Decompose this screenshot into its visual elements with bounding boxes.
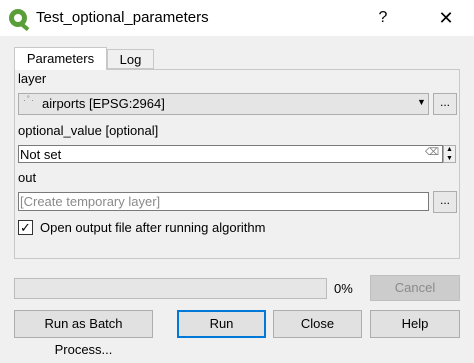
layer-selected-value: airports [EPSG:2964] bbox=[42, 96, 165, 111]
help-icon[interactable]: ? bbox=[372, 7, 394, 29]
spin-up-icon[interactable]: ▲ bbox=[443, 145, 456, 154]
progress-percent: 0% bbox=[334, 281, 353, 296]
tab-log[interactable]: Log bbox=[107, 49, 154, 69]
window-title: Test_optional_parameters bbox=[36, 9, 209, 26]
layer-browse-button[interactable]: ... bbox=[433, 93, 457, 115]
optional-value-label: optional_value [optional] bbox=[18, 123, 159, 138]
cancel-button[interactable]: Cancel bbox=[370, 275, 460, 301]
close-button[interactable]: Close bbox=[273, 310, 362, 338]
run-batch-button[interactable]: Run as Batch Process... bbox=[14, 310, 153, 357]
out-browse-button[interactable]: ... bbox=[433, 191, 457, 213]
spin-down-icon[interactable]: ▼ bbox=[443, 154, 456, 163]
open-output-checkbox[interactable]: ✓ bbox=[18, 220, 33, 235]
out-placeholder: [Create temporary layer] bbox=[20, 194, 161, 209]
help-button[interactable]: Help bbox=[370, 310, 460, 338]
run-button[interactable]: Run bbox=[177, 310, 266, 338]
layer-label: layer bbox=[18, 71, 47, 86]
close-icon[interactable]: ✕ bbox=[434, 6, 458, 30]
out-label: out bbox=[18, 170, 37, 185]
tab-parameters[interactable]: Parameters bbox=[14, 47, 107, 70]
point-layer-icon: ·˚· bbox=[23, 95, 35, 105]
clear-icon[interactable]: ⌫ bbox=[425, 148, 439, 158]
optional-value-input[interactable] bbox=[18, 145, 443, 163]
optional-value-text: Not set bbox=[20, 147, 62, 162]
qgis-logo-icon bbox=[9, 9, 27, 27]
progress-bar bbox=[14, 278, 327, 299]
chevron-down-icon[interactable]: ▼ bbox=[417, 97, 426, 107]
open-output-label: Open output file after running algorithm bbox=[40, 220, 266, 235]
